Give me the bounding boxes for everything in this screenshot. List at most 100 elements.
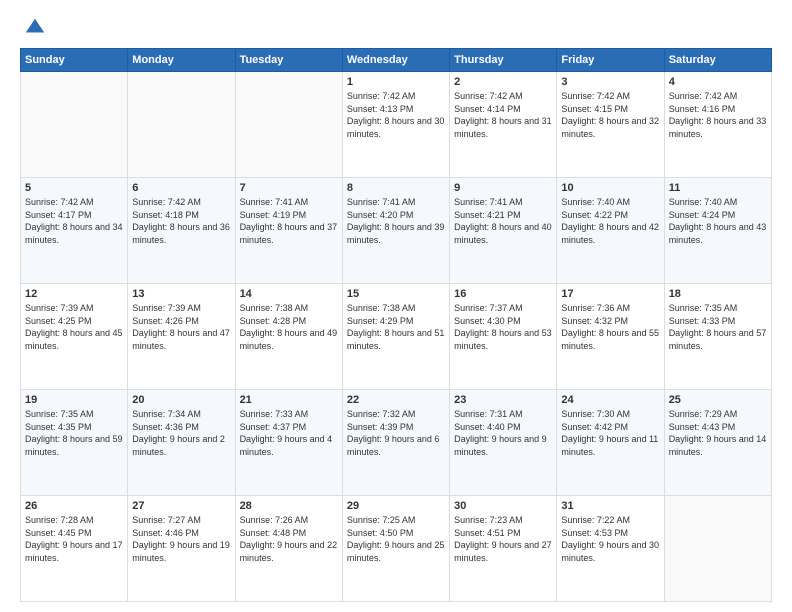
day-info: Sunrise: 7:42 AM Sunset: 4:15 PM Dayligh… — [561, 90, 659, 140]
calendar-cell: 12 Sunrise: 7:39 AM Sunset: 4:25 PM Dayli… — [21, 284, 128, 390]
calendar-cell: 14 Sunrise: 7:38 AM Sunset: 4:28 PM Dayli… — [235, 284, 342, 390]
day-info: Sunrise: 7:40 AM Sunset: 4:24 PM Dayligh… — [669, 196, 767, 246]
day-number: 10 — [561, 182, 659, 194]
calendar-cell: 17 Sunrise: 7:36 AM Sunset: 4:32 PM Dayli… — [557, 284, 664, 390]
day-number: 17 — [561, 288, 659, 300]
day-info: Sunrise: 7:38 AM Sunset: 4:28 PM Dayligh… — [240, 302, 338, 352]
calendar-cell: 22 Sunrise: 7:32 AM Sunset: 4:39 PM Dayli… — [342, 390, 449, 496]
day-number: 18 — [669, 288, 767, 300]
day-info: Sunrise: 7:42 AM Sunset: 4:16 PM Dayligh… — [669, 90, 767, 140]
calendar-cell: 28 Sunrise: 7:26 AM Sunset: 4:48 PM Dayli… — [235, 496, 342, 602]
calendar-week-4: 19Sunrise: 7:35 AM Sunset: 4:35 PM Dayli… — [21, 390, 772, 496]
day-info: Sunrise: 7:29 AM Sunset: 4:43 PM Dayligh… — [669, 408, 767, 458]
calendar-week-1: 1 Sunrise: 7:42 AM Sunset: 4:13 PM Daylig… — [21, 72, 772, 178]
day-number: 11 — [669, 182, 767, 194]
day-number: 15 — [347, 288, 445, 300]
calendar-cell: 16 Sunrise: 7:37 AM Sunset: 4:30 PM Dayli… — [450, 284, 557, 390]
calendar-header-wednesday: Wednesday — [342, 49, 449, 72]
day-number: 9 — [454, 182, 552, 194]
day-info: Sunrise: 7:30 AM Sunset: 4:42 PM Dayligh… — [561, 408, 659, 458]
day-info: Sunrise: 7:23 AM Sunset: 4:51 PM Dayligh… — [454, 514, 552, 564]
day-number: 25 — [669, 394, 767, 406]
day-number: 4 — [669, 76, 767, 88]
calendar-cell: 8 Sunrise: 7:41 AM Sunset: 4:20 PM Daylig… — [342, 178, 449, 284]
day-info: Sunrise: 7:35 AM Sunset: 4:35 PM Dayligh… — [25, 408, 123, 458]
day-info: Sunrise: 7:22 AM Sunset: 4:53 PM Dayligh… — [561, 514, 659, 564]
calendar-cell: 5 Sunrise: 7:42 AM Sunset: 4:17 PM Daylig… — [21, 178, 128, 284]
day-info: Sunrise: 7:42 AM Sunset: 4:17 PM Dayligh… — [25, 196, 123, 246]
day-number: 29 — [347, 500, 445, 512]
day-number: 16 — [454, 288, 552, 300]
logo — [20, 16, 46, 38]
header — [20, 16, 772, 38]
calendar-cell: 11 Sunrise: 7:40 AM Sunset: 4:24 PM Dayli… — [664, 178, 771, 284]
calendar-header-thursday: Thursday — [450, 49, 557, 72]
day-number: 3 — [561, 76, 659, 88]
day-number: 31 — [561, 500, 659, 512]
day-number: 13 — [132, 288, 230, 300]
calendar-cell — [235, 72, 342, 178]
calendar-cell: 19Sunrise: 7:35 AM Sunset: 4:35 PM Dayli… — [21, 390, 128, 496]
calendar-cell: 29 Sunrise: 7:25 AM Sunset: 4:50 PM Dayli… — [342, 496, 449, 602]
day-info: Sunrise: 7:38 AM Sunset: 4:29 PM Dayligh… — [347, 302, 445, 352]
day-number: 2 — [454, 76, 552, 88]
day-number: 24 — [561, 394, 659, 406]
calendar-cell: 13 Sunrise: 7:39 AM Sunset: 4:26 PM Dayli… — [128, 284, 235, 390]
day-number: 12 — [25, 288, 123, 300]
calendar-cell: 10 Sunrise: 7:40 AM Sunset: 4:22 PM Dayli… — [557, 178, 664, 284]
calendar-week-3: 12 Sunrise: 7:39 AM Sunset: 4:25 PM Dayli… — [21, 284, 772, 390]
calendar-header-sunday: Sunday — [21, 49, 128, 72]
day-number: 21 — [240, 394, 338, 406]
calendar-header-monday: Monday — [128, 49, 235, 72]
calendar-header-tuesday: Tuesday — [235, 49, 342, 72]
calendar-cell — [664, 496, 771, 602]
day-info: Sunrise: 7:41 AM Sunset: 4:19 PM Dayligh… — [240, 196, 338, 246]
calendar-cell: 24 Sunrise: 7:30 AM Sunset: 4:42 PM Dayli… — [557, 390, 664, 496]
calendar-header-row: SundayMondayTuesdayWednesdayThursdayFrid… — [21, 49, 772, 72]
day-info: Sunrise: 7:37 AM Sunset: 4:30 PM Dayligh… — [454, 302, 552, 352]
day-number: 8 — [347, 182, 445, 194]
calendar-cell: 20Sunrise: 7:34 AM Sunset: 4:36 PM Dayli… — [128, 390, 235, 496]
calendar-table: SundayMondayTuesdayWednesdayThursdayFrid… — [20, 48, 772, 602]
day-info: Sunrise: 7:41 AM Sunset: 4:20 PM Dayligh… — [347, 196, 445, 246]
day-info: Sunrise: 7:32 AM Sunset: 4:39 PM Dayligh… — [347, 408, 445, 458]
day-number: 28 — [240, 500, 338, 512]
day-number: 22 — [347, 394, 445, 406]
day-info: Sunrise: 7:31 AM Sunset: 4:40 PM Dayligh… — [454, 408, 552, 458]
day-info: Sunrise: 7:28 AM Sunset: 4:45 PM Dayligh… — [25, 514, 123, 564]
day-number: 27 — [132, 500, 230, 512]
calendar-week-5: 26 Sunrise: 7:28 AM Sunset: 4:45 PM Dayli… — [21, 496, 772, 602]
day-info: Sunrise: 7:42 AM Sunset: 4:14 PM Dayligh… — [454, 90, 552, 140]
day-info: Sunrise: 7:40 AM Sunset: 4:22 PM Dayligh… — [561, 196, 659, 246]
day-info: Sunrise: 7:26 AM Sunset: 4:48 PM Dayligh… — [240, 514, 338, 564]
calendar-cell: 23Sunrise: 7:31 AM Sunset: 4:40 PM Dayli… — [450, 390, 557, 496]
day-info: Sunrise: 7:39 AM Sunset: 4:25 PM Dayligh… — [25, 302, 123, 352]
day-number: 6 — [132, 182, 230, 194]
day-number: 20 — [132, 394, 230, 406]
calendar-cell: 3 Sunrise: 7:42 AM Sunset: 4:15 PM Daylig… — [557, 72, 664, 178]
logo-icon — [24, 16, 46, 38]
calendar-cell: 7 Sunrise: 7:41 AM Sunset: 4:19 PM Daylig… — [235, 178, 342, 284]
day-info: Sunrise: 7:25 AM Sunset: 4:50 PM Dayligh… — [347, 514, 445, 564]
day-number: 7 — [240, 182, 338, 194]
calendar-cell: 2 Sunrise: 7:42 AM Sunset: 4:14 PM Daylig… — [450, 72, 557, 178]
calendar-cell: 30 Sunrise: 7:23 AM Sunset: 4:51 PM Dayli… — [450, 496, 557, 602]
calendar-header-saturday: Saturday — [664, 49, 771, 72]
calendar-cell — [128, 72, 235, 178]
day-number: 26 — [25, 500, 123, 512]
calendar-cell: 27Sunrise: 7:27 AM Sunset: 4:46 PM Dayli… — [128, 496, 235, 602]
day-number: 30 — [454, 500, 552, 512]
calendar-header-friday: Friday — [557, 49, 664, 72]
day-number: 1 — [347, 76, 445, 88]
calendar-cell: 31 Sunrise: 7:22 AM Sunset: 4:53 PM Dayli… — [557, 496, 664, 602]
day-number: 5 — [25, 182, 123, 194]
calendar-cell — [21, 72, 128, 178]
day-info: Sunrise: 7:42 AM Sunset: 4:13 PM Dayligh… — [347, 90, 445, 140]
day-info: Sunrise: 7:39 AM Sunset: 4:26 PM Dayligh… — [132, 302, 230, 352]
calendar-cell: 4 Sunrise: 7:42 AM Sunset: 4:16 PM Daylig… — [664, 72, 771, 178]
day-info: Sunrise: 7:42 AM Sunset: 4:18 PM Dayligh… — [132, 196, 230, 246]
calendar-cell: 18Sunrise: 7:35 AM Sunset: 4:33 PM Dayli… — [664, 284, 771, 390]
day-info: Sunrise: 7:36 AM Sunset: 4:32 PM Dayligh… — [561, 302, 659, 352]
calendar-cell: 1 Sunrise: 7:42 AM Sunset: 4:13 PM Daylig… — [342, 72, 449, 178]
day-number: 14 — [240, 288, 338, 300]
